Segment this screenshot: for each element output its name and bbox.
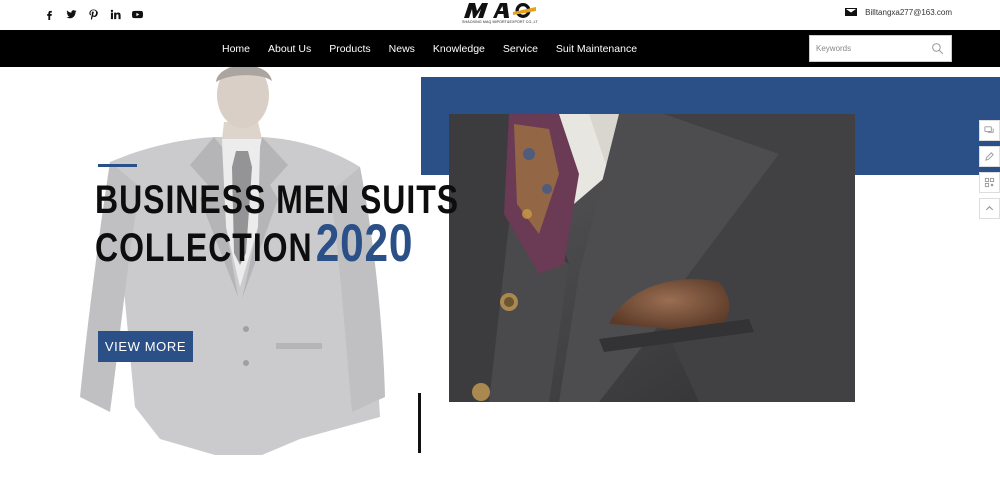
hero-title-line2: COLLECTION2020 — [95, 217, 413, 270]
facebook-icon — [46, 10, 52, 20]
envelope-icon — [845, 8, 858, 16]
qrcode-button[interactable] — [979, 172, 1000, 193]
nav-item-knowledge[interactable]: Knowledge — [424, 43, 494, 55]
decorative-vertical-line — [418, 393, 421, 453]
logo-company-name: SHAOXING MAQ IMPORT&EXPORT CO.,LTD. — [462, 20, 538, 24]
nav-item-news[interactable]: News — [380, 43, 424, 55]
main-navbar: Home About Us Products News Knowledge Se… — [0, 30, 1000, 67]
social-links — [38, 6, 148, 22]
qrcode-icon — [984, 177, 995, 188]
main-nav: Home About Us Products News Knowledge Se… — [213, 30, 646, 67]
linkedin-link[interactable] — [104, 6, 126, 22]
suit-closeup-photo — [449, 114, 855, 402]
top-bar: SHAOXING MAQ IMPORT&EXPORT CO.,LTD. Bill… — [0, 0, 1000, 30]
floating-toolbar — [979, 120, 1000, 224]
youtube-icon — [131, 10, 143, 18]
facebook-link[interactable] — [38, 6, 60, 22]
chat-icon — [984, 126, 994, 133]
contact-email[interactable]: Billtangxa277@163.com — [845, 7, 952, 17]
search-icon[interactable] — [931, 42, 944, 55]
search-box — [809, 35, 952, 62]
view-more-button[interactable]: VIEW MORE — [98, 331, 193, 362]
back-to-top-button[interactable] — [979, 198, 1000, 219]
logo-mark — [462, 1, 538, 19]
youtube-link[interactable] — [126, 6, 148, 22]
linkedin-icon — [110, 9, 121, 19]
title-accent-dash — [98, 164, 137, 167]
email-address[interactable]: Billtangxa277@163.com — [865, 8, 952, 17]
nav-item-products[interactable]: Products — [320, 43, 379, 55]
nav-item-about-us[interactable]: About Us — [259, 43, 320, 55]
chat-button[interactable] — [979, 120, 1000, 141]
twitter-link[interactable] — [60, 6, 82, 22]
nav-item-home[interactable]: Home — [213, 43, 259, 55]
hero-title-collection: COLLECTION — [95, 226, 313, 270]
back-to-top-icon — [985, 205, 994, 211]
search-input[interactable] — [810, 36, 928, 61]
hero-banner: BUSINESS MEN SUITS COLLECTION2020 VIEW M… — [0, 67, 1000, 481]
nav-item-suit-maintenance[interactable]: Suit Maintenance — [547, 43, 646, 55]
edit-icon — [985, 152, 994, 161]
hero-title-year: 2020 — [315, 214, 414, 273]
site-logo[interactable]: SHAOXING MAQ IMPORT&EXPORT CO.,LTD. — [462, 1, 538, 27]
twitter-icon — [65, 9, 77, 18]
nav-item-service[interactable]: Service — [494, 43, 547, 55]
pinterest-icon — [88, 8, 98, 20]
pinterest-link[interactable] — [82, 6, 104, 22]
edit-button[interactable] — [979, 146, 1000, 167]
